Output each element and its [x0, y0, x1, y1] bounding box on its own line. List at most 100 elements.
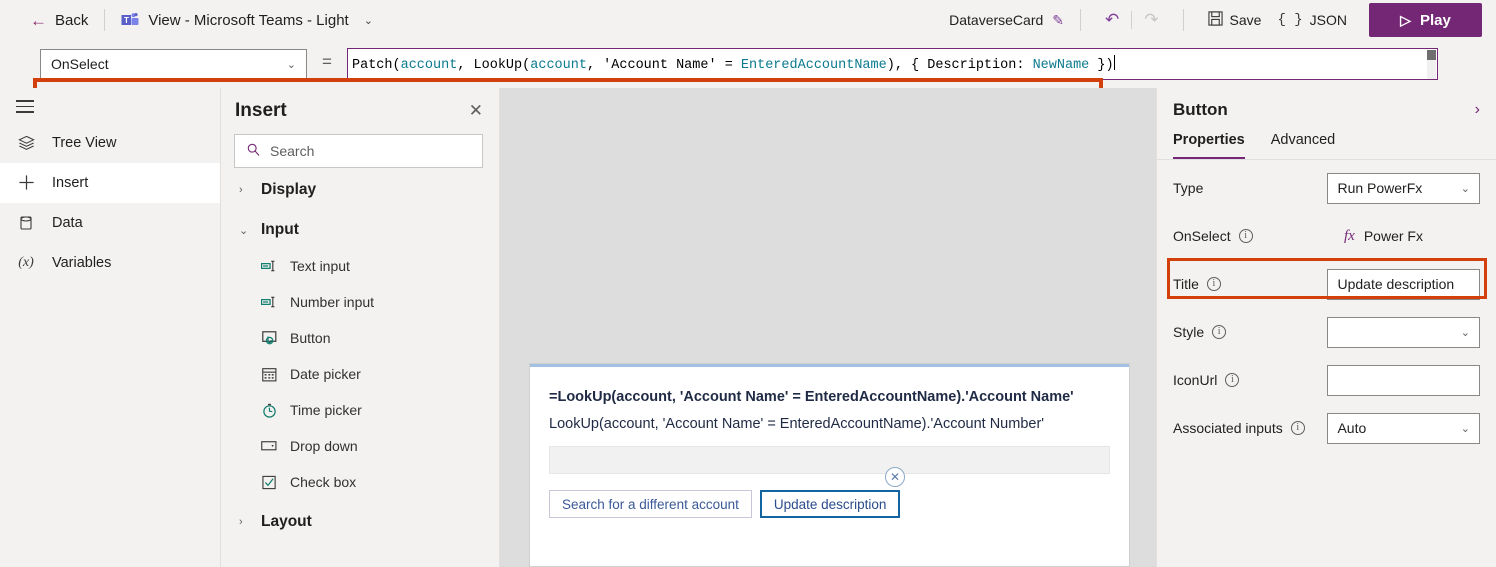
save-button[interactable]: Save [1200, 8, 1270, 33]
chevron-right-icon: › [239, 516, 243, 528]
insert-group-layout[interactable]: › Layout [221, 504, 499, 540]
json-button[interactable]: { } JSON [1269, 9, 1355, 31]
dataverse-card[interactable]: =LookUp(account, 'Account Name' = Entere… [529, 363, 1130, 567]
property-row-type: Type Run PowerFx ⌄ [1157, 168, 1496, 208]
svg-text:T: T [124, 16, 129, 25]
formula-text: Patch(account, LookUp(account, 'Account … [348, 55, 1115, 73]
title-input-value: Update description [1337, 276, 1455, 292]
insert-group-label: Layout [261, 513, 312, 530]
search-input[interactable]: Search [234, 134, 483, 168]
button-cursor-icon [261, 330, 278, 346]
insert-item-label: Number input [290, 294, 375, 310]
card-button-search-account[interactable]: Search for a different account [549, 490, 752, 518]
sidebar-item-data[interactable]: Data [0, 203, 220, 243]
type-dropdown[interactable]: Run PowerFx ⌄ [1327, 172, 1480, 204]
number-input-icon [261, 295, 278, 310]
property-row-associated-inputs: Associated inputs i Auto ⌄ [1157, 408, 1496, 448]
checkbox-icon [261, 475, 278, 490]
redo-button: ↷ [1136, 7, 1166, 33]
property-label-text: OnSelect [1173, 228, 1231, 244]
insert-item-button[interactable]: Button [221, 320, 499, 356]
insert-item-check-box[interactable]: Check box [221, 464, 499, 500]
page-title: Button [1173, 100, 1228, 119]
insert-group-input[interactable]: ⌄ Input [221, 212, 499, 248]
toolbar-divider-2 [1080, 9, 1082, 31]
onselect-powerfx-link[interactable]: fx Power Fx [1344, 228, 1423, 245]
card-button-row: Search for a different account Update de… [549, 490, 1110, 518]
insert-group-display[interactable]: › Display [221, 172, 499, 208]
formula-token-1: Patch( [352, 58, 401, 73]
redo-icon: ↷ [1144, 10, 1159, 29]
info-icon[interactable]: i [1238, 229, 1253, 243]
formula-token-7: ), { Description: [886, 58, 1033, 73]
info-icon[interactable]: i [1225, 373, 1240, 387]
chevron-down-icon: ⌄ [363, 14, 373, 27]
insert-item-number-input[interactable]: Number input [221, 284, 499, 320]
iconurl-input[interactable] [1327, 364, 1480, 396]
design-canvas[interactable]: =LookUp(account, 'Account Name' = Entere… [500, 88, 1156, 567]
insert-item-date-picker[interactable]: Date picker [221, 356, 499, 392]
back-label: Back [55, 11, 89, 29]
card-line-2: LookUp(account, 'Account Name' = Entered… [549, 416, 1045, 432]
property-label-text: Associated inputs [1173, 420, 1283, 436]
json-label: JSON [1309, 12, 1347, 28]
arrow-left-icon: ← [30, 10, 47, 30]
chevron-down-icon: ⌄ [1460, 326, 1470, 339]
property-label-type: Type [1173, 180, 1327, 196]
insert-item-label: Check box [290, 474, 357, 490]
associated-inputs-dropdown[interactable]: Auto ⌄ [1327, 412, 1480, 444]
equals-sign: = [322, 52, 332, 71]
card-text-input[interactable] [549, 446, 1110, 474]
formula-token-3: , LookUp( [457, 58, 531, 73]
undo-icon: ↶ [1105, 10, 1120, 29]
formula-bar: OnSelect ⌄ = Patch(account, LookUp(accou… [0, 40, 1496, 126]
info-icon[interactable]: i [1206, 277, 1221, 291]
insert-item-time-picker[interactable]: Time picker [221, 392, 499, 428]
insert-panel-header: Insert ✕ [221, 88, 499, 122]
chevron-right-icon[interactable]: › [1475, 101, 1480, 119]
play-label: Play [1419, 11, 1451, 29]
hamburger-menu-icon[interactable] [16, 100, 34, 113]
search-icon [247, 143, 260, 159]
property-selector-value: OnSelect [51, 56, 109, 72]
properties-panel-header: Button › [1157, 88, 1496, 120]
variable-x-icon: (x) [18, 254, 34, 270]
left-rail: Tree View Insert Data (x) Variables [0, 88, 221, 567]
tab-properties[interactable]: Properties [1173, 132, 1245, 159]
formula-input[interactable]: Patch(account, LookUp(account, 'Account … [347, 48, 1438, 80]
sidebar-item-tree-view[interactable]: Tree View [0, 123, 220, 163]
insert-panel-title: Insert [235, 100, 287, 121]
insert-item-drop-down[interactable]: Drop down [221, 428, 499, 464]
play-button[interactable]: ▷ Play [1369, 3, 1482, 37]
title-input[interactable]: Update description [1327, 268, 1480, 300]
tab-advanced[interactable]: Advanced [1271, 132, 1336, 159]
sidebar-item-label: Insert [52, 174, 89, 191]
property-label-text: Type [1173, 180, 1204, 196]
insert-group-label: Display [261, 181, 317, 198]
pencil-icon[interactable]: ✎ [1052, 12, 1064, 29]
plus-icon [16, 174, 36, 191]
back-button[interactable]: ← Back [30, 12, 88, 29]
sidebar-item-insert[interactable]: Insert [0, 162, 220, 203]
style-dropdown[interactable]: ⌄ [1327, 316, 1480, 348]
info-icon[interactable]: i [1290, 421, 1305, 435]
sidebar-item-variables[interactable]: (x) Variables [0, 243, 220, 283]
formula-scrollbar[interactable] [1427, 50, 1436, 79]
insert-item-text-input[interactable]: Text input [221, 248, 499, 284]
clock-icon [261, 403, 278, 418]
chevron-down-icon: ⌄ [239, 224, 249, 237]
close-icon[interactable]: ✕ [469, 101, 483, 121]
circle-x-icon[interactable]: ✕ [885, 467, 905, 487]
dropdown-icon [261, 439, 278, 454]
curly-braces-icon: { } [1277, 12, 1303, 28]
view-title-dropdown[interactable]: T View - Microsoft Teams - Light ⌄ [121, 12, 373, 29]
type-dropdown-value: Run PowerFx [1337, 180, 1423, 196]
property-selector-dropdown[interactable]: OnSelect ⌄ [40, 49, 307, 79]
info-icon[interactable]: i [1212, 325, 1227, 339]
card-button-update-description[interactable]: Update description [759, 490, 901, 518]
onselect-value: Power Fx [1363, 228, 1423, 244]
save-disk-icon [1207, 10, 1223, 30]
formula-token-2: account [400, 58, 458, 73]
formula-token-5: , 'Account Name' = [586, 58, 741, 73]
undo-button[interactable]: ↶ [1097, 7, 1127, 33]
